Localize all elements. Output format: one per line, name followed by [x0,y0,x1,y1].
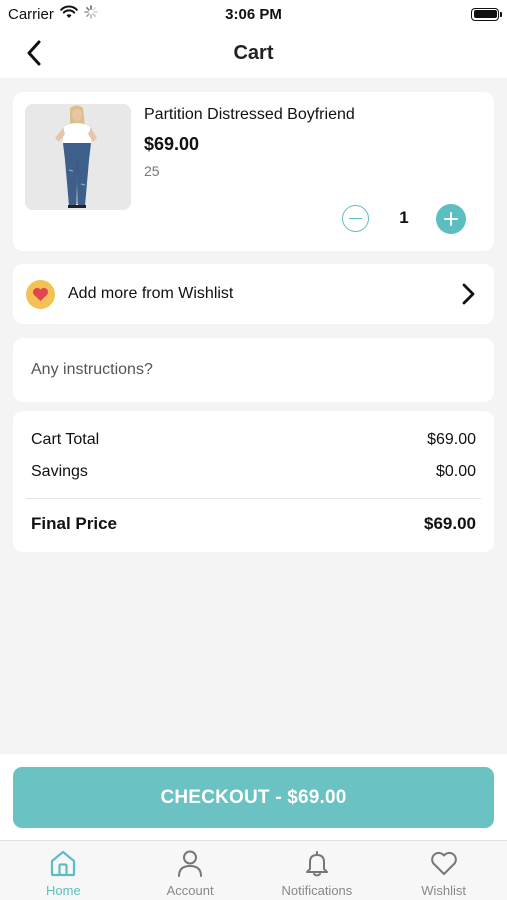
heart-icon [32,287,49,301]
loading-spinner-icon [84,5,98,23]
product-size: 25 [144,163,160,179]
wishlist-heart-badge [26,280,55,309]
status-bar: Carrier 3:06 PM [0,0,507,28]
tab-notifications-label: Notifications [281,883,353,898]
plus-icon [444,212,458,226]
final-price-label: Final Price [31,514,117,533]
tab-wishlist[interactable]: Wishlist [380,841,507,900]
status-left: Carrier [8,5,98,23]
final-price-row: Final Price $69.00 [31,514,476,534]
heart-outline-icon [430,851,457,875]
tab-home[interactable]: Home [0,841,127,900]
divider [26,498,481,499]
bell-icon [305,851,328,877]
checkout-button[interactable]: CHECKOUT - $69.00 [13,767,494,828]
product-image[interactable] [25,104,131,210]
decrease-quantity-button[interactable] [342,205,369,232]
tab-notifications[interactable]: Notifications [254,841,381,900]
minus-icon [349,217,362,220]
cart-total-value: $69.00 [427,431,476,448]
wishlist-row-label: Add more from Wishlist [68,285,234,302]
product-price: $69.00 [144,134,200,154]
instructions-card [13,338,494,402]
chevron-left-icon [27,40,41,66]
savings-row: Savings $0.00 [31,463,476,481]
person-icon [178,850,203,877]
cart-item-card: Partition Distressed Boyfriend $69.00 25… [13,92,494,251]
tab-bar: Home Account Notifications Wishlist [0,840,507,900]
tab-account-label: Account [166,883,214,898]
page-title: Cart [233,41,274,64]
cart-total-label: Cart Total [31,431,100,448]
carrier-label: Carrier [8,5,54,23]
nav-bar: Cart [0,28,507,78]
tab-wishlist-label: Wishlist [421,883,467,898]
savings-label: Savings [31,463,88,480]
add-from-wishlist-row[interactable]: Add more from Wishlist [13,264,494,324]
checkout-bar: CHECKOUT - $69.00 [0,754,507,840]
home-icon [51,850,76,877]
wifi-icon [60,5,78,23]
tab-home-label: Home [46,883,81,898]
tab-account[interactable]: Account [127,841,254,900]
increase-quantity-button[interactable] [436,204,466,234]
product-name[interactable]: Partition Distressed Boyfriend [144,106,355,124]
battery-icon [471,7,502,21]
instructions-input[interactable] [13,338,494,402]
cart-total-row: Cart Total $69.00 [31,431,476,449]
savings-value: $0.00 [435,463,476,480]
back-button[interactable] [20,39,48,67]
quantity-value: 1 [399,208,409,227]
price-summary: Cart Total $69.00 Savings $0.00 Final Pr… [13,411,494,552]
chevron-right-icon [462,283,475,305]
final-price-value: $69.00 [424,514,476,533]
